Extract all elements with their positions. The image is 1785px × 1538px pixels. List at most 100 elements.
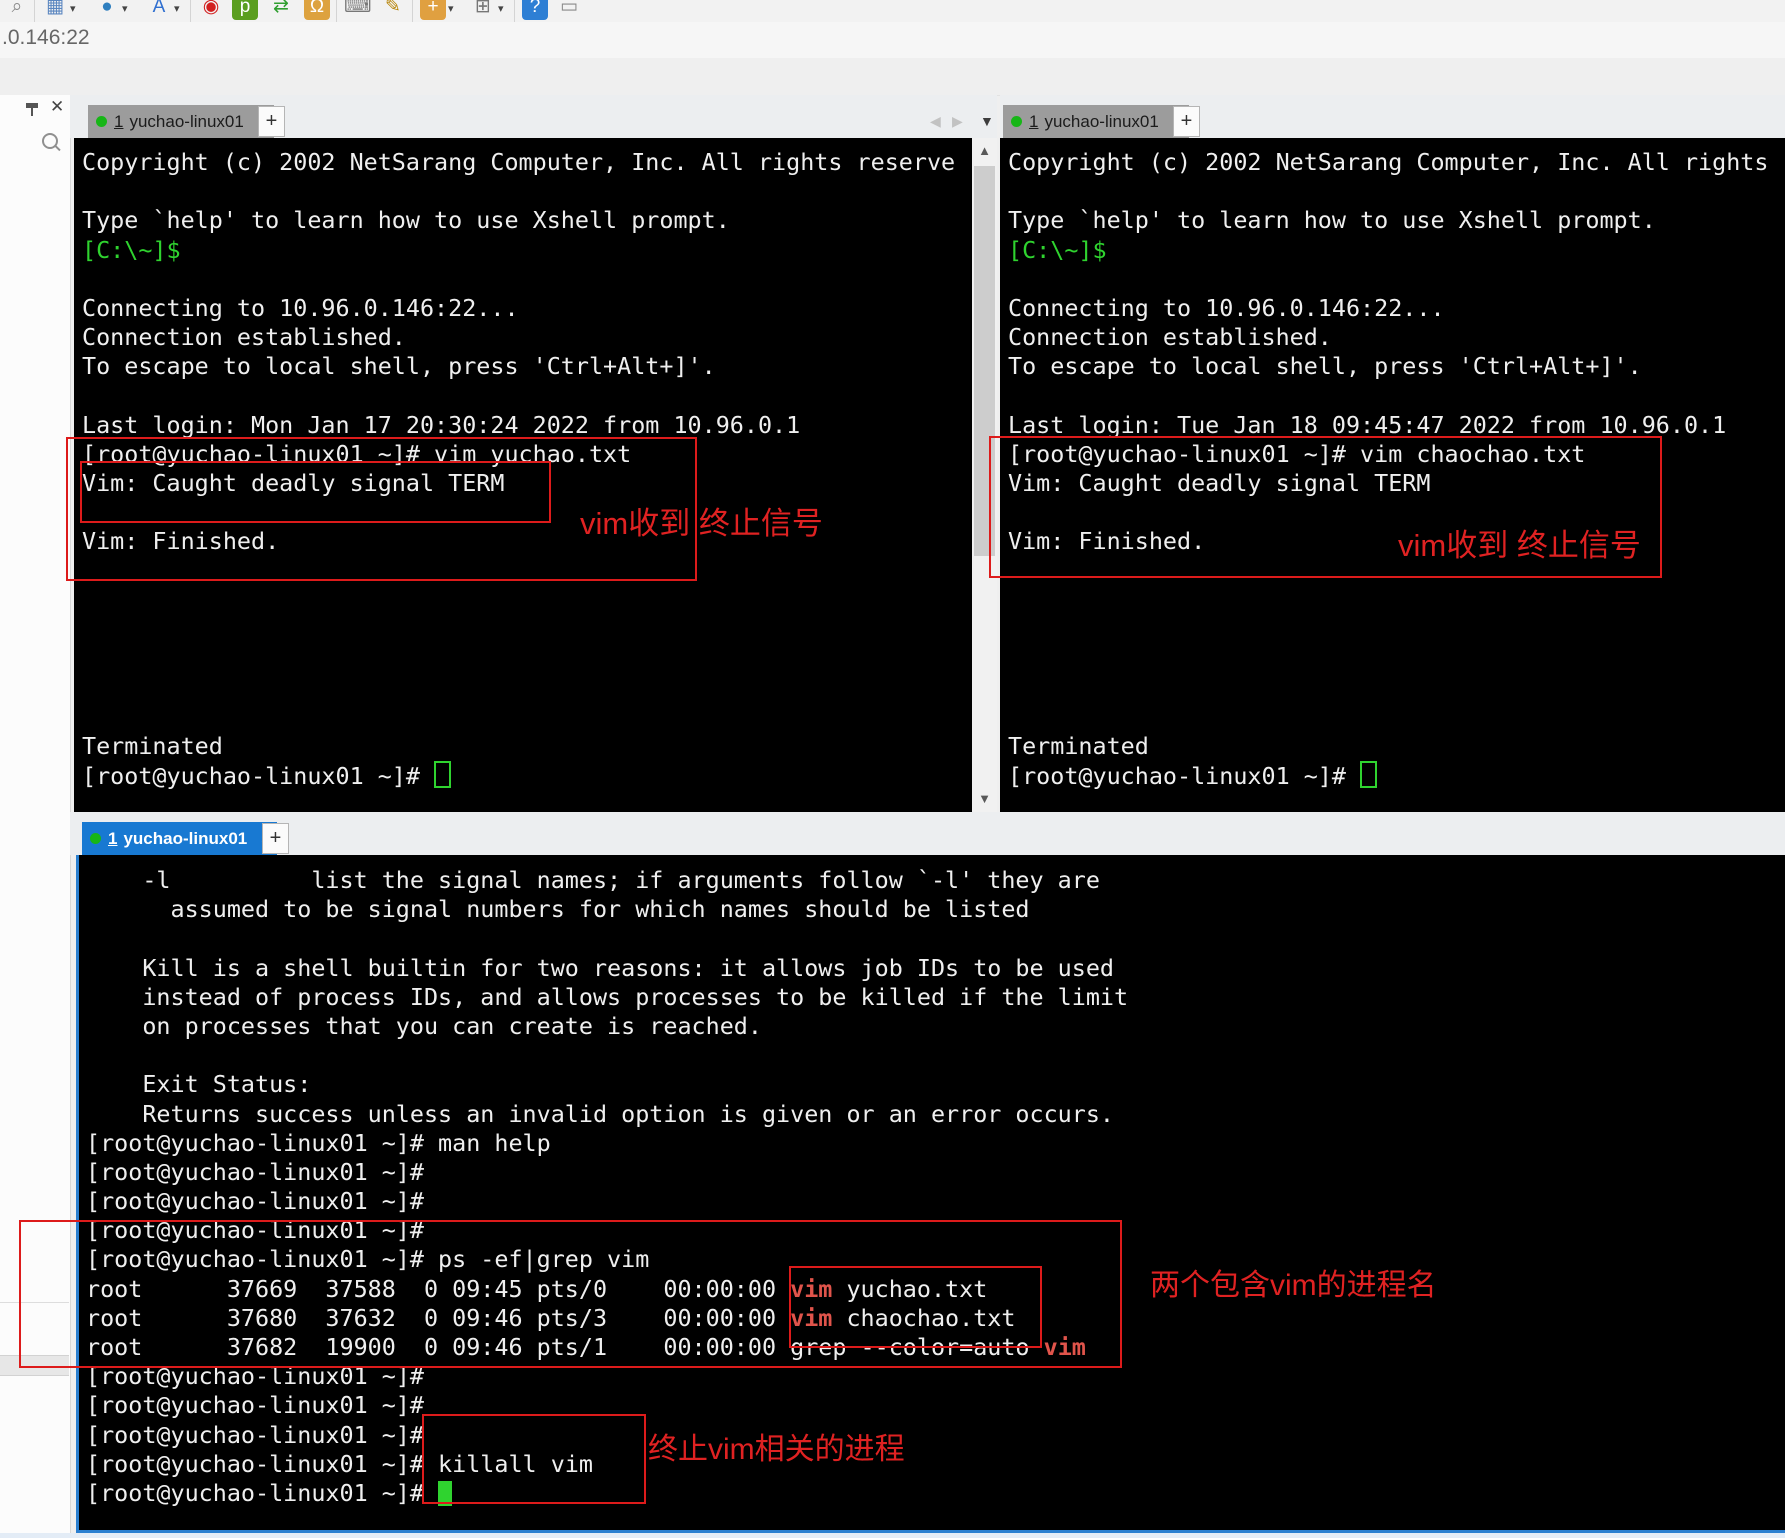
cursor-hollow xyxy=(1360,761,1377,788)
lock-icon[interactable]: Ω xyxy=(304,0,330,20)
tab-left-yuchao-linux01[interactable]: 1 yuchao-linux01 × xyxy=(88,105,274,138)
tab-label: yuchao-linux01 xyxy=(1044,112,1158,132)
toolbar-separator xyxy=(190,0,191,22)
terminal-line xyxy=(1008,265,1785,294)
terminal-line xyxy=(1008,586,1785,615)
address-row: .0.146:22 xyxy=(0,22,1785,58)
terminal-line xyxy=(1008,673,1785,702)
terminal-line: Exit Status: xyxy=(86,1070,1128,1099)
toolbar-separator xyxy=(412,0,413,22)
terminal-line: [root@yuchao-linux01 ~]# xyxy=(86,1187,1128,1216)
address-text: .0.146:22 xyxy=(2,26,90,50)
grid-icon-dropdown-caret[interactable]: ▾ xyxy=(498,2,504,15)
grid-icon[interactable]: ⊞ xyxy=(470,0,496,20)
terminal-line xyxy=(86,924,1128,953)
ps-annotation-note: 两个包含vim的进程名 xyxy=(1150,1260,1437,1304)
terminal-line: Copyright (c) 2002 NetSarang Computer, I… xyxy=(1008,148,1785,177)
terminal-line xyxy=(82,673,955,702)
tab-scroll-next-icon[interactable]: ▶ xyxy=(952,113,963,130)
terminal-line xyxy=(1008,382,1785,411)
tab-bottom-yuchao-linux01[interactable]: 1 yuchao-linux01 × xyxy=(82,822,277,855)
terminal-line: Kill is a shell builtin for two reasons:… xyxy=(86,954,1128,983)
bottom-terminal[interactable]: -l list the signal names; if arguments f… xyxy=(76,855,1785,1530)
terminal-line: To escape to local shell, press 'Ctrl+Al… xyxy=(82,352,955,381)
add-box-icon[interactable]: + xyxy=(420,0,446,20)
pin-icon[interactable] xyxy=(26,103,38,108)
toolbar-gap xyxy=(0,58,1785,96)
terminal-line: Connection established. xyxy=(1008,323,1785,352)
terminal-line: [C:\~]$ xyxy=(1008,236,1785,265)
terminal-line: [C:\~]$ xyxy=(82,236,955,265)
add-box-icon-dropdown-caret[interactable]: ▾ xyxy=(448,2,454,15)
terminal-line: Terminated xyxy=(82,732,955,761)
terminal-line xyxy=(1008,644,1785,673)
terminal-line xyxy=(86,1041,1128,1070)
terminal-line: on processes that you can create is reac… xyxy=(86,1012,1128,1041)
tab-scroll-prev-icon[interactable]: ◀ xyxy=(930,113,941,130)
font-icon[interactable]: A xyxy=(146,0,172,20)
terminal-line xyxy=(82,644,955,673)
toolbar-separator xyxy=(336,0,337,22)
terminal-line: To escape to local shell, press 'Ctrl+Al… xyxy=(1008,352,1785,381)
chat-icon[interactable]: ▭ xyxy=(556,0,582,20)
globe-icon[interactable]: ● xyxy=(94,0,120,20)
scroll-down-icon[interactable]: ▼ xyxy=(972,788,997,810)
tab-menu-icon[interactable]: ▼ xyxy=(980,113,994,129)
killall-annotation-note: 终止vim相关的进程 xyxy=(648,1424,905,1468)
terminal-line xyxy=(82,703,955,732)
terminal-line xyxy=(82,586,955,615)
focus-border xyxy=(76,855,79,1533)
bottom-terminal-text: -l list the signal names; if arguments f… xyxy=(86,866,1128,1508)
terminal-line xyxy=(1008,177,1785,206)
dock-close-icon[interactable]: ✕ xyxy=(50,97,64,117)
layout-icon-dropdown-caret[interactable]: ▾ xyxy=(70,2,76,15)
vim-process-names-box xyxy=(789,1266,1042,1348)
new-tab-button[interactable]: + xyxy=(258,106,285,137)
cursor-hollow xyxy=(434,761,451,788)
terminal-line: Type `help' to learn how to use Xshell p… xyxy=(82,206,955,235)
layout-icon[interactable]: ▦ xyxy=(42,0,68,20)
right-pane-tabbar: 1 yuchao-linux01 × + xyxy=(1000,95,1785,138)
terminal-line: Last login: Mon Jan 17 20:30:24 2022 fro… xyxy=(82,411,955,440)
new-tab-button[interactable]: + xyxy=(262,823,289,854)
dock-search-icon[interactable] xyxy=(42,133,58,149)
right-annotation-note: vim收到 终止信号 xyxy=(1398,520,1641,565)
left-term-signal-box xyxy=(80,461,551,523)
pane-splitter[interactable] xyxy=(70,812,1785,822)
terminal-line xyxy=(82,177,955,206)
terminal-line: Connecting to 10.96.0.146:22... xyxy=(82,294,955,323)
terminal-line: [root@yuchao-linux01 ~]# xyxy=(82,761,955,790)
toolbar: ⌕▦▾●▾A▾◉p⇄Ω⌨✎+▾⊞▾?▭ xyxy=(0,0,1785,22)
keyboard-icon[interactable]: ⌨ xyxy=(344,0,370,20)
left-annotation-note: vim收到 终止信号 xyxy=(580,498,823,543)
new-tab-button[interactable]: + xyxy=(1173,106,1200,137)
shell-swirl-icon[interactable]: ◉ xyxy=(198,0,224,20)
search-icon[interactable]: ⌕ xyxy=(4,0,30,20)
horizontal-scrollbar[interactable] xyxy=(0,1533,1785,1538)
killall-annotation-box xyxy=(422,1414,646,1504)
left-pane-tabbar: 1 yuchao-linux01 × + ◀ ▶ ▼ xyxy=(70,95,997,138)
connected-dot-icon xyxy=(90,833,101,844)
terminal-line xyxy=(1008,615,1785,644)
terminal-line: [root@yuchao-linux01 ~]# xyxy=(1008,761,1785,790)
globe-icon-dropdown-caret[interactable]: ▾ xyxy=(122,2,128,15)
tab-label: yuchao-linux01 xyxy=(123,829,247,849)
terminal-line: Type `help' to learn how to use Xshell p… xyxy=(1008,206,1785,235)
tab-index: 1 xyxy=(114,112,123,132)
terminal-line xyxy=(82,265,955,294)
terminal-line: [root@yuchao-linux01 ~]# man help xyxy=(86,1129,1128,1158)
font-icon-dropdown-caret[interactable]: ▾ xyxy=(174,2,180,15)
terminal-line: Connection established. xyxy=(82,323,955,352)
terminal-line: -l list the signal names; if arguments f… xyxy=(86,866,1128,895)
terminal-line: instead of process IDs, and allows proce… xyxy=(86,983,1128,1012)
terminal-line xyxy=(82,615,955,644)
tab-right-yuchao-linux01[interactable]: 1 yuchao-linux01 × xyxy=(1003,105,1189,138)
expand-arrows-icon[interactable]: ⇄ xyxy=(268,0,294,20)
pen-icon[interactable]: ✎ xyxy=(380,0,406,20)
terminal-line: Terminated xyxy=(1008,732,1785,761)
scroll-up-icon[interactable]: ▲ xyxy=(972,140,997,162)
terminal-line xyxy=(82,382,955,411)
p-badge-icon[interactable]: p xyxy=(232,0,258,20)
tab-index: 1 xyxy=(1029,112,1038,132)
help-icon[interactable]: ? xyxy=(522,0,548,20)
